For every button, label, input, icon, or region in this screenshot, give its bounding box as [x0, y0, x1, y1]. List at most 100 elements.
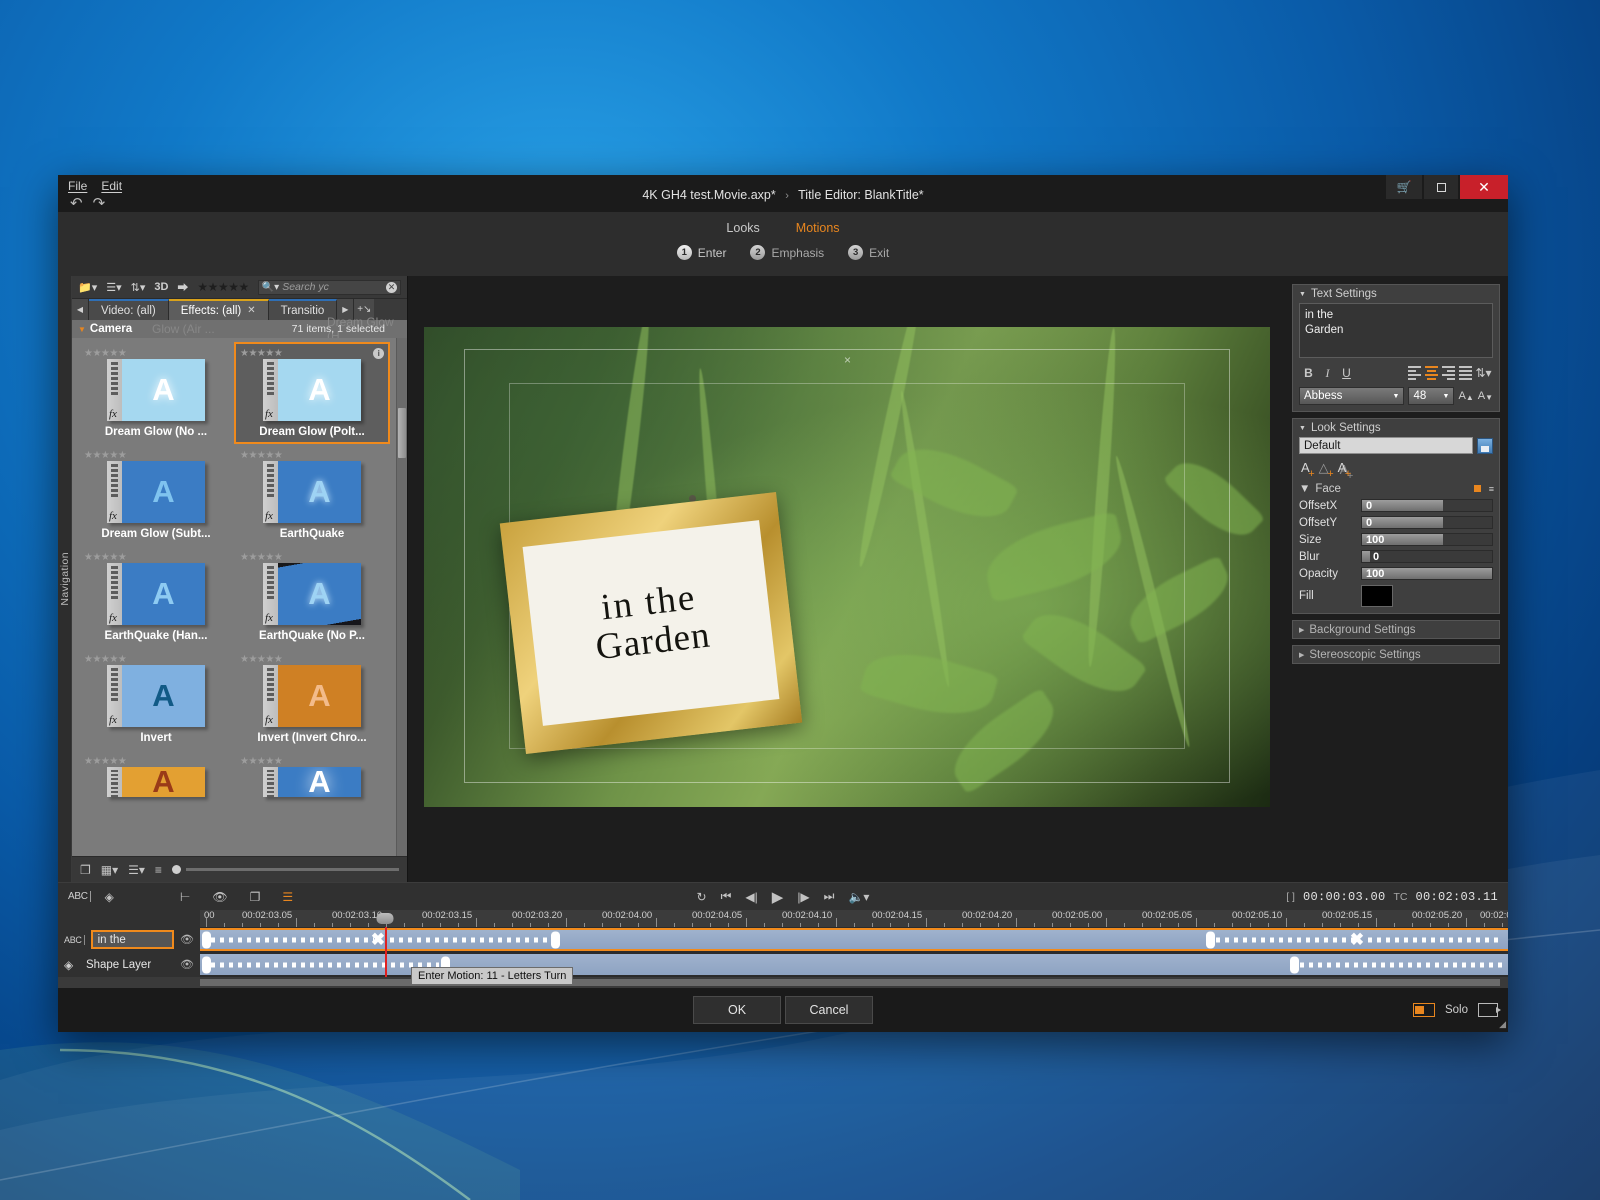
close-icon[interactable]: ✕	[247, 305, 255, 316]
effect-item[interactable]: ★★★★★ fx A Dream Glow (No ...	[78, 342, 234, 444]
effect-item[interactable]: ★★★★★ fx A Invert (Invert Chro...	[234, 648, 390, 750]
preview-canvas[interactable]: × in the Garden	[424, 327, 1270, 807]
duration-value[interactable]: 00:00:03.00	[1303, 890, 1386, 904]
browser-scrollbar[interactable]	[396, 338, 407, 856]
shape-tool-icon[interactable]: ◈	[105, 890, 114, 904]
keyframe-marker[interactable]	[1290, 956, 1299, 973]
font-family-select[interactable]: Abbess ▼	[1299, 387, 1405, 405]
track-name[interactable]: Shape Layer	[81, 955, 174, 974]
underline-button[interactable]: U	[1337, 364, 1356, 382]
effect-item[interactable]: ★★★★★ A	[78, 750, 234, 803]
skip-end-icon[interactable]: ⏭	[824, 889, 835, 904]
look-preset-input[interactable]: Default	[1299, 437, 1473, 454]
align-icon[interactable]: ≡	[155, 863, 162, 877]
stereoscopic-settings-header[interactable]: ▶ Stereoscopic Settings	[1292, 645, 1500, 664]
effect-item[interactable]: ★★★★★ fx A Invert	[78, 648, 234, 750]
timeline-ruler[interactable]: 00 00:02:03.05 00:02:03.10 00:02:03.15 0…	[58, 910, 1508, 927]
timecode-value[interactable]: 00:02:03.11	[1415, 890, 1498, 904]
title-text-input[interactable]: in the Garden	[1299, 303, 1493, 358]
visibility-icon[interactable]: 👁	[180, 933, 194, 946]
vertical-text-icon[interactable]: ⇅▾	[1474, 364, 1493, 382]
step-exit[interactable]: 3 Exit	[848, 245, 889, 260]
page-icon[interactable]: ❐	[80, 863, 91, 877]
step-enter[interactable]: 1 Enter	[676, 245, 726, 260]
sort-icon[interactable]: ⇅▾	[131, 281, 146, 294]
loop-icon[interactable]: ↻	[697, 890, 707, 904]
track-header[interactable]: ◈ Shape Layer 👁	[58, 952, 200, 977]
effect-item[interactable]: ★★★★★ A	[234, 750, 390, 803]
param-slider[interactable]: 0	[1361, 550, 1493, 563]
track-clip[interactable]	[200, 954, 1508, 975]
info-icon[interactable]: i	[373, 347, 384, 359]
track-header[interactable]: ABC in the 👁	[58, 927, 200, 952]
play-icon[interactable]: ▶	[772, 888, 784, 906]
chevron-left-icon[interactable]: ◀	[72, 299, 89, 320]
effect-item[interactable]: ★★★★★ fx A EarthQuake (No P...	[234, 546, 390, 648]
cancel-button[interactable]: Cancel	[785, 996, 873, 1024]
volume-icon[interactable]: 🔈▾	[848, 890, 869, 904]
category-header[interactable]: ▼ Camera Glow (Air ... Dream Glow (H... …	[72, 315, 407, 343]
font-scale-icon[interactable]: A ▲	[1458, 390, 1473, 402]
param-slider[interactable]: 100	[1361, 533, 1493, 546]
redo-icon[interactable]: ↷	[93, 196, 106, 211]
visibility-icon[interactable]: 👁	[180, 958, 194, 971]
keyframe-marker[interactable]	[202, 956, 211, 973]
track-clip[interactable]: ✖ ✖	[200, 928, 1508, 951]
list-view-icon[interactable]: ☰▾	[106, 281, 121, 294]
param-track[interactable]	[1442, 517, 1492, 528]
shadow-style-icon[interactable]: A +	[1338, 460, 1352, 480]
playhead-line[interactable]	[385, 927, 387, 977]
layers-icon[interactable]: ☰	[282, 890, 293, 904]
undo-icon[interactable]: ↶	[70, 196, 83, 211]
effect-item[interactable]: ★★★★★ fx A EarthQuake	[234, 444, 390, 546]
zoom-slider-knob[interactable]	[171, 865, 181, 874]
menu-edit[interactable]: Edit	[101, 179, 122, 193]
align-tool-icon[interactable]: ⊢	[180, 890, 190, 904]
keyframe-marker[interactable]	[551, 931, 560, 948]
face-menu-icon[interactable]: ≡	[1489, 484, 1494, 494]
font-scale-down-icon[interactable]: A ▼	[1478, 390, 1493, 402]
duplicate-icon[interactable]: ❐	[250, 890, 261, 904]
visibility-icon[interactable]: 👁	[212, 890, 227, 904]
param-slider[interactable]: 0	[1361, 499, 1493, 512]
search-input[interactable]: 🔍▾ Search yc ✕	[257, 279, 401, 295]
list-view-icon[interactable]: ☰▾	[128, 863, 145, 877]
ok-button[interactable]: OK	[693, 996, 781, 1024]
tab-motions[interactable]: Motions	[796, 221, 840, 235]
close-icon[interactable]: ✕	[1460, 175, 1508, 199]
scrollbar-thumb[interactable]	[398, 408, 406, 458]
fill-color-swatch[interactable]	[1361, 585, 1393, 607]
thumbnail-zoom-slider[interactable]	[171, 865, 399, 874]
ruler-body[interactable]: 00 00:02:03.05 00:02:03.10 00:02:03.15 0…	[200, 910, 1508, 927]
effect-item[interactable]: ★★★★★ fx A Dream Glow (Subt...	[78, 444, 234, 546]
grid-view-icon[interactable]: ▦▾	[101, 863, 118, 877]
effect-item[interactable]: ★★★★★ fx A EarthQuake (Han...	[78, 546, 234, 648]
align-right-icon[interactable]	[1440, 365, 1457, 381]
text-settings-header[interactable]: ▼ Text Settings	[1293, 285, 1499, 303]
edge-style-icon[interactable]: △ +	[1319, 460, 1334, 480]
zoom-slider-track[interactable]	[185, 868, 399, 871]
keyframe-marker[interactable]	[202, 931, 211, 948]
navigation-strip[interactable]: Navigation	[58, 276, 72, 882]
font-size-select[interactable]: 48 ▼	[1408, 387, 1455, 405]
effect-item-selected[interactable]: ★★★★★ i fx A Dream Glow (Polt...	[234, 342, 390, 444]
cart-icon[interactable]: 🛒	[1386, 175, 1422, 199]
step-back-icon[interactable]: ◀|	[745, 890, 757, 904]
search-clear-icon[interactable]: ✕	[386, 281, 397, 293]
threed-toggle[interactable]: 3D	[154, 281, 168, 293]
solo-icon[interactable]	[1412, 1003, 1435, 1017]
save-icon[interactable]	[1477, 437, 1493, 454]
step-emphasis[interactable]: 2 Emphasis	[750, 245, 824, 260]
track-name[interactable]: in the	[90, 930, 175, 949]
browser-tab-effects[interactable]: Effects: (all) ✕	[168, 299, 269, 320]
param-slider[interactable]: 100	[1361, 567, 1493, 580]
background-settings-header[interactable]: ▶ Background Settings	[1292, 620, 1500, 639]
face-section-header[interactable]: ▼ Face ≡	[1293, 480, 1499, 497]
italic-button[interactable]: I	[1318, 364, 1337, 382]
look-settings-header[interactable]: ▼ Look Settings	[1293, 419, 1499, 437]
track-row[interactable]: ◈ Shape Layer 👁	[58, 952, 1508, 977]
keyframe-marker[interactable]	[1206, 931, 1215, 948]
align-center-icon[interactable]	[1423, 365, 1440, 381]
align-justify-icon[interactable]	[1457, 365, 1474, 381]
skip-start-icon[interactable]: ⏮	[721, 889, 732, 904]
